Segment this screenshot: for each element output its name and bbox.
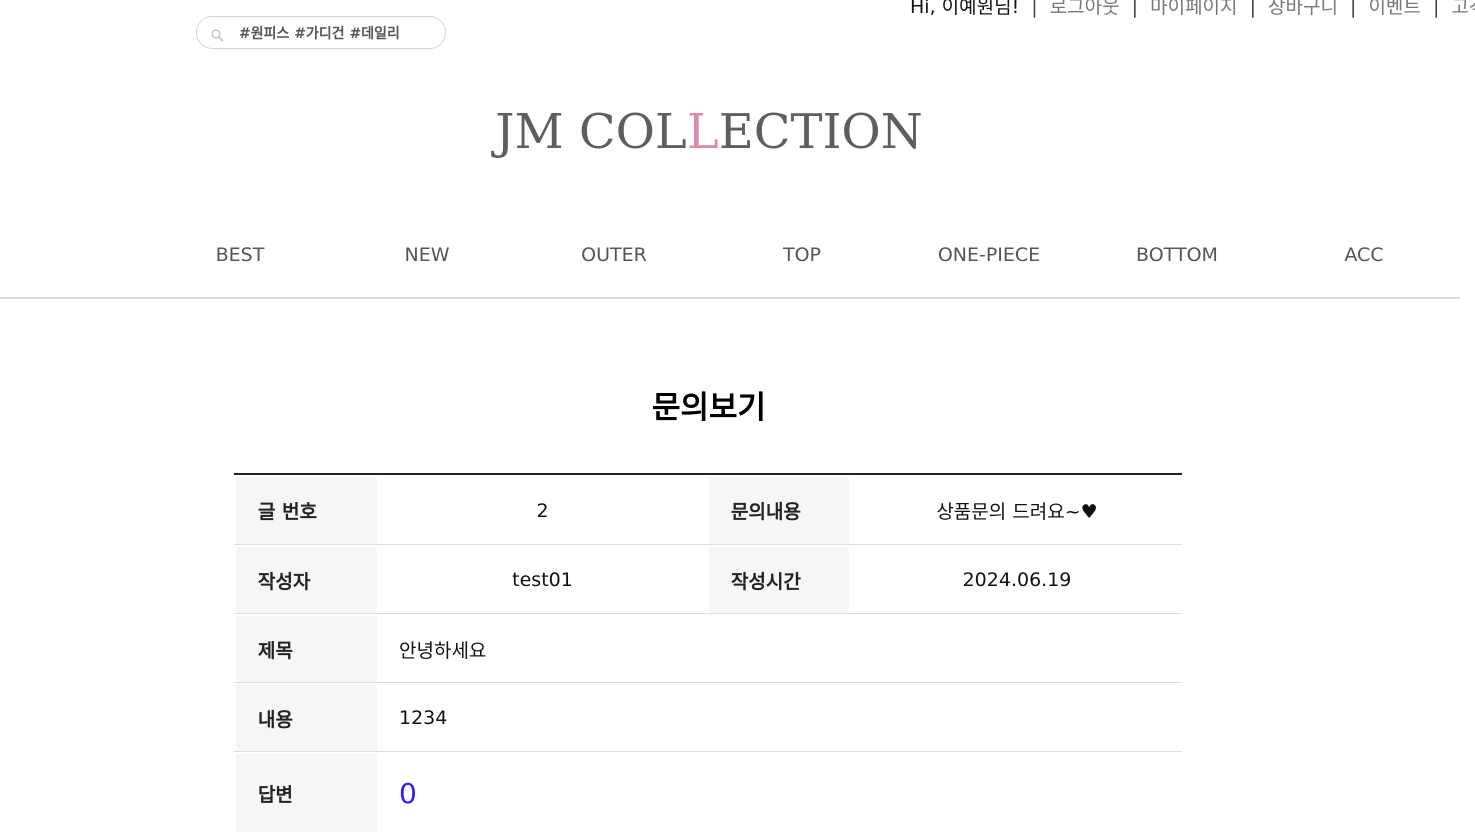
writer-label: 작성자: [236, 547, 377, 613]
inquiry-type-label: 문의내용: [709, 477, 849, 544]
table-row: 글 번호 2 문의내용 상품문의 드려요~♥: [234, 475, 1182, 545]
content-value: 1234: [399, 707, 448, 729]
table-row: 답변 0: [234, 752, 1182, 832]
answer-value: 0: [399, 776, 417, 810]
nav-item-top[interactable]: TOP: [708, 244, 896, 266]
customer-center-link[interactable]: 고객: [1451, 0, 1475, 18]
nav-item-outer[interactable]: OUTER: [520, 244, 708, 266]
page-title: 문의보기: [651, 390, 767, 426]
nav-divider: [0, 297, 1460, 299]
logo-text-suffix: ECTION: [718, 104, 923, 160]
mypage-link[interactable]: 마이페이지: [1150, 0, 1237, 18]
nav-item-new[interactable]: NEW: [333, 244, 521, 266]
inquiry-type-value: 상품문의 드려요~♥: [936, 501, 1098, 523]
content-label: 내용: [236, 685, 377, 751]
search-icon: [211, 27, 224, 42]
subject-value: 안녕하세요: [399, 639, 487, 662]
inquiry-table: 글 번호 2 문의내용 상품문의 드려요~♥ 작성자 test01 작성시간 2…: [234, 473, 1182, 832]
nav-item-acc[interactable]: ACC: [1270, 244, 1458, 266]
writer-value: test01: [512, 569, 573, 591]
answer-label: 답변: [236, 754, 377, 832]
event-link[interactable]: 이벤트: [1368, 0, 1420, 18]
subject-label: 제목: [236, 616, 377, 682]
nav-item-best[interactable]: BEST: [146, 244, 334, 266]
separator: |: [1249, 0, 1256, 18]
main-nav: BEST NEW OUTER TOP ONE-PIECE BOTTOM ACC: [146, 244, 1458, 274]
search-box[interactable]: [196, 16, 446, 49]
site-logo[interactable]: JM COLLECTION: [0, 104, 1418, 160]
table-row: 내용 1234: [234, 683, 1182, 752]
top-links: Hi, 이예원님! | 로그아웃 | 마이페이지 | 장바구니 | 이벤트 | …: [910, 0, 1475, 19]
separator: |: [1131, 0, 1139, 18]
logo-text-prefix: JM COL: [495, 104, 687, 160]
search-input[interactable]: [237, 22, 431, 46]
logo-accent-letter: L: [686, 104, 719, 160]
nav-item-bottom[interactable]: BOTTOM: [1083, 244, 1271, 266]
written-time-label: 작성시간: [709, 547, 849, 613]
post-number-label: 글 번호: [236, 477, 377, 544]
nav-item-one-piece[interactable]: ONE-PIECE: [895, 244, 1083, 266]
separator: |: [1432, 0, 1440, 18]
written-time-value: 2024.06.19: [962, 569, 1072, 591]
greeting-text: Hi, 이예원님!: [910, 0, 1020, 18]
separator: |: [1349, 0, 1357, 18]
cart-link[interactable]: 장바구니: [1268, 0, 1338, 18]
post-number-value: 2: [536, 499, 549, 522]
separator: |: [1031, 0, 1038, 18]
logout-link[interactable]: 로그아웃: [1050, 0, 1120, 18]
table-row: 제목 안녕하세요: [234, 614, 1182, 683]
table-row: 작성자 test01 작성시간 2024.06.19: [234, 545, 1182, 614]
